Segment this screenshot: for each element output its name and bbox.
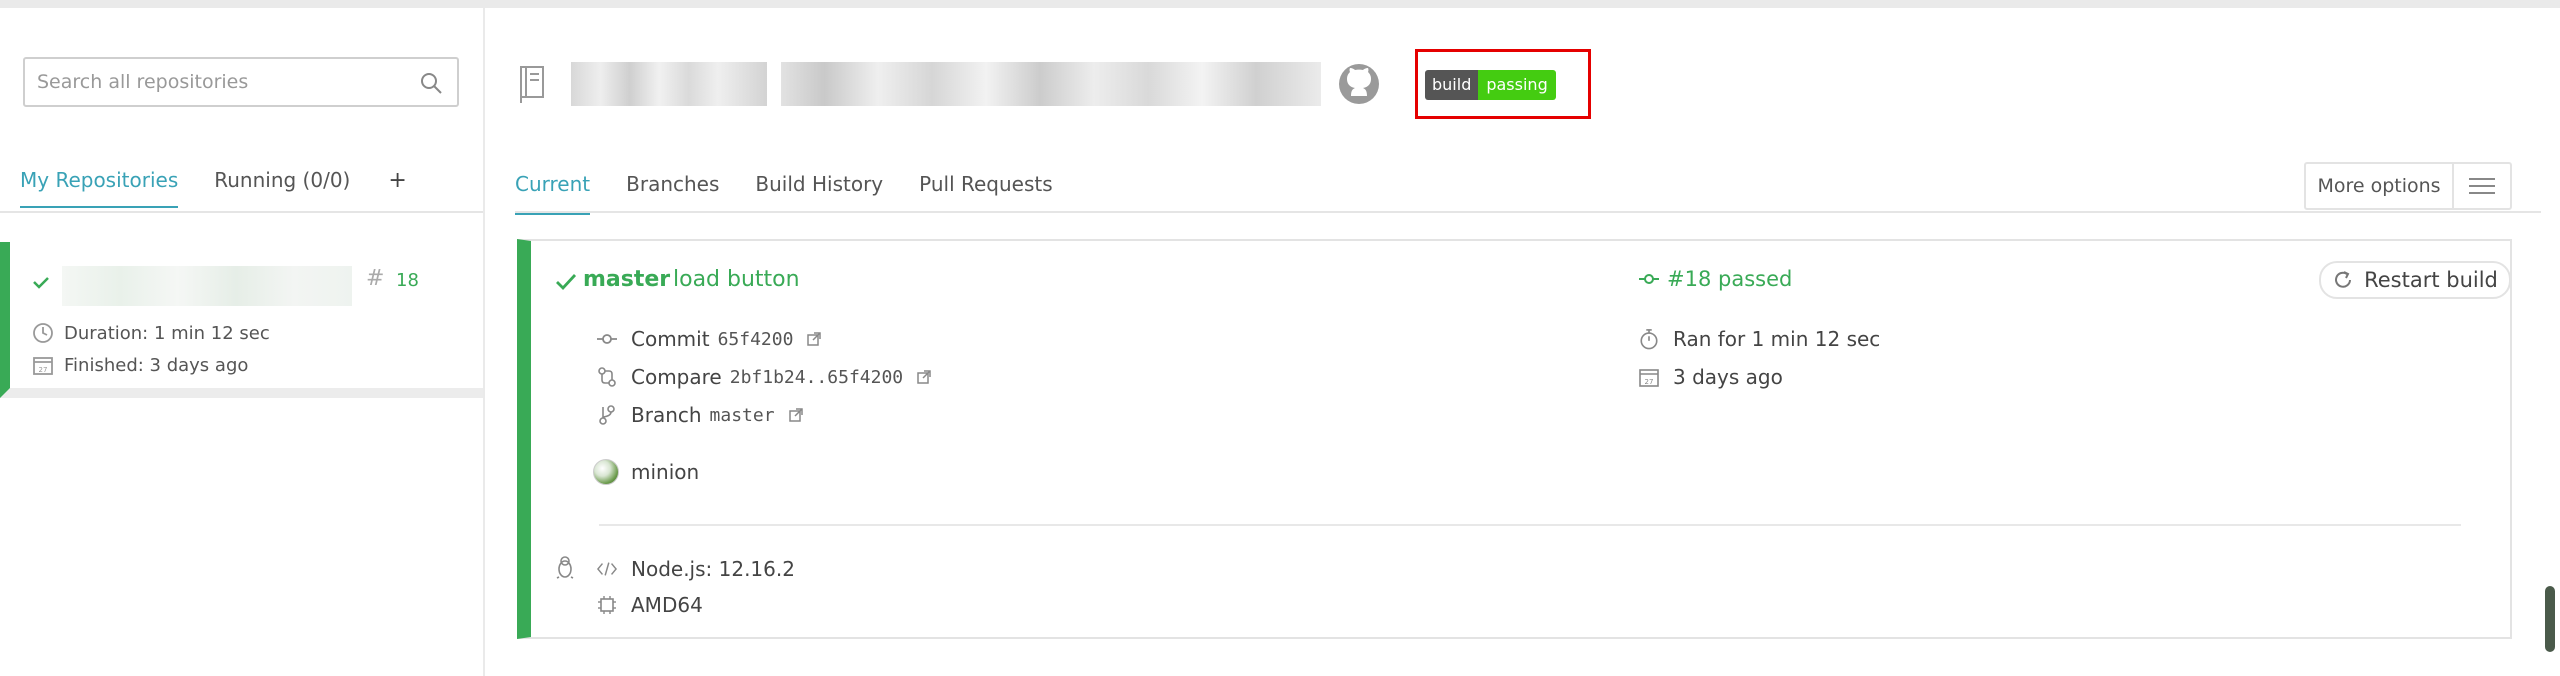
external-link-icon[interactable] [917, 365, 931, 389]
hash-icon: # [366, 266, 385, 291]
compare-label: Compare [631, 365, 722, 389]
commit-dot-icon [1639, 274, 1659, 284]
compare-range[interactable]: 2bf1b24..65f4200 [730, 367, 903, 388]
badge-label: build [1425, 70, 1479, 100]
restart-build-button[interactable]: Restart build [2319, 261, 2511, 299]
clock-icon [33, 323, 53, 343]
more-options-button[interactable]: More options [2304, 162, 2512, 210]
repo-name-redacted[interactable] [62, 266, 352, 306]
date-text: 3 days ago [1673, 365, 1783, 389]
calendar-icon: 27 [1639, 367, 1659, 387]
commit-sha[interactable]: 65f4200 [718, 329, 794, 350]
badge-highlight: build passing [1415, 49, 1591, 119]
branch-line: Branch master [597, 403, 803, 427]
commit-icon [597, 333, 617, 345]
duration-text: Duration: 1 min 12 sec [64, 322, 270, 344]
external-link-icon[interactable] [807, 327, 822, 351]
search-input[interactable] [25, 59, 395, 105]
finished-text: Finished: 3 days ago [64, 354, 249, 376]
badge-status: passing [1478, 70, 1556, 100]
author-name[interactable]: minion [631, 460, 699, 484]
tab-running[interactable]: Running (0/0) [214, 168, 350, 206]
cpu-icon [597, 595, 617, 615]
sidebar: My Repositories Running (0/0) + # 18 Dur… [0, 8, 485, 676]
language-line: Node.js: 12.16.2 [597, 557, 795, 581]
repo-owner-redacted[interactable] [571, 62, 767, 106]
main-content: build passing Current Branches Build His… [487, 8, 2560, 676]
language-text: Node.js: 12.16.2 [631, 557, 795, 581]
search-box [23, 57, 459, 107]
commit-message[interactable]: load button [673, 267, 800, 292]
ran-for-text: Ran for 1 min 12 sec [1673, 327, 1881, 351]
hamburger-menu-icon[interactable] [2454, 164, 2510, 208]
stopwatch-icon [1639, 327, 1659, 351]
add-tab-button[interactable]: + [388, 168, 406, 207]
svg-text:27: 27 [39, 366, 48, 374]
code-icon [597, 561, 617, 577]
compare-line: Compare 2bf1b24..65f4200 [597, 365, 931, 389]
check-icon [32, 275, 50, 294]
arch-text: AMD64 [631, 593, 703, 617]
repo-card[interactable]: # 18 Duration: 1 min 12 sec 27 Finished:… [0, 242, 483, 398]
compare-icon [597, 367, 617, 387]
repo-book-icon [520, 66, 544, 103]
github-icon[interactable] [1337, 62, 1381, 106]
build-status-text: #18 passed [1667, 267, 1793, 291]
branch-label: Branch [631, 403, 702, 427]
current-build-card: master load button #18 passed Restart bu… [517, 239, 2512, 639]
svg-text:27: 27 [1645, 378, 1654, 386]
branch-name[interactable]: master [583, 267, 670, 292]
top-strip [0, 0, 2560, 8]
branch-icon [597, 405, 617, 425]
duration-line: Duration: 1 min 12 sec [32, 322, 270, 344]
external-link-icon[interactable] [788, 403, 803, 427]
build-divider [599, 524, 2461, 526]
commit-line: Commit 65f4200 [597, 327, 822, 351]
main-tabs: Current Branches Build History Pull Requ… [515, 172, 1089, 215]
build-number[interactable]: 18 [396, 270, 419, 291]
finished-line: 27 Finished: 3 days ago [32, 354, 248, 376]
arch-line: AMD64 [597, 593, 703, 617]
ran-for-line: Ran for 1 min 12 sec [1639, 327, 1880, 351]
more-options-label: More options [2306, 164, 2454, 208]
tab-my-repositories[interactable]: My Repositories [20, 168, 179, 208]
check-icon [555, 273, 577, 295]
tab-build-history[interactable]: Build History [755, 172, 883, 215]
restart-build-label: Restart build [2364, 268, 2498, 292]
sidebar-divider [0, 211, 483, 213]
commit-label: Commit [631, 327, 710, 351]
build-status-badge[interactable]: build passing [1425, 70, 1556, 100]
tab-current[interactable]: Current [515, 172, 591, 215]
repo-title [517, 62, 1381, 106]
tab-pull-requests[interactable]: Pull Requests [919, 172, 1053, 215]
linux-icon [555, 555, 575, 583]
branch-value[interactable]: master [710, 405, 775, 426]
tabs-divider [515, 211, 2541, 213]
date-line: 27 3 days ago [1639, 365, 1783, 389]
repo-name-redacted[interactable] [781, 62, 1321, 106]
author-line: minion [593, 459, 699, 485]
restart-icon [2335, 271, 2352, 288]
tab-branches[interactable]: Branches [626, 172, 719, 215]
scrollbar-thumb[interactable] [2545, 586, 2555, 652]
build-status[interactable]: #18 passed [1639, 267, 1792, 291]
search-icon[interactable] [419, 71, 443, 99]
calendar-icon: 27 [33, 357, 53, 375]
avatar [593, 459, 619, 485]
